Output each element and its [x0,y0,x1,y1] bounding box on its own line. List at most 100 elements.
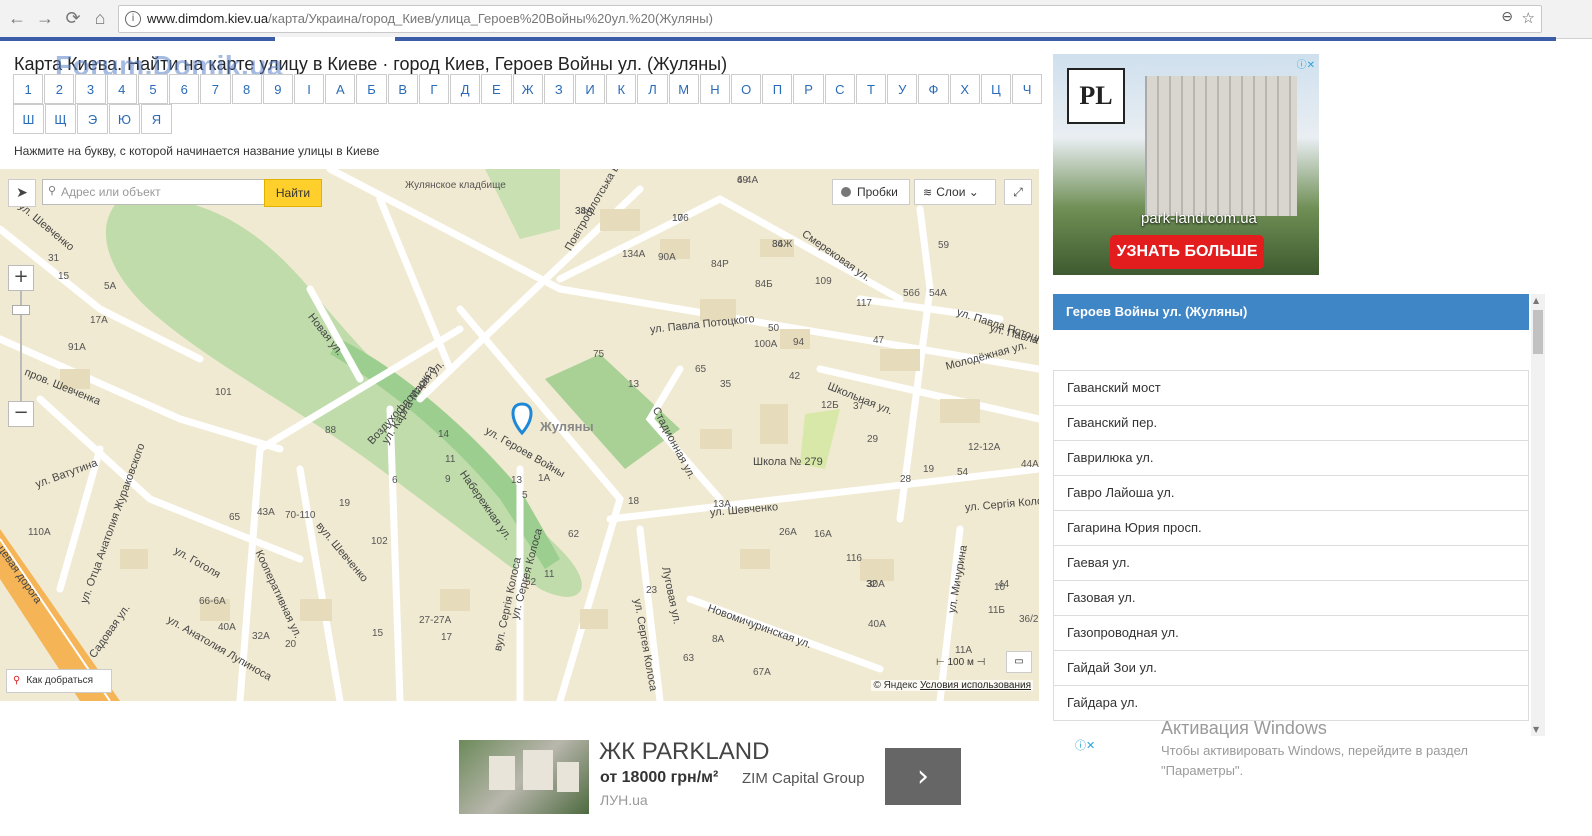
adchoices-icon-bottom[interactable]: ⓘ✕ [1075,737,1095,753]
letter-button[interactable]: 2 [44,74,75,104]
street-list-item[interactable]: Гаванский пер. [1053,406,1529,441]
street-list-item[interactable]: Гаврилюка ул. [1053,441,1529,476]
house-number: 42 [789,371,801,382]
letter-button[interactable]: І [293,74,325,104]
letter-button[interactable]: Ц [980,74,1011,104]
letter-button[interactable]: 4 [106,74,137,104]
letter-button[interactable]: Д [450,74,481,104]
letter-button[interactable]: 6 [169,74,200,104]
ad-cta-button[interactable]: УЗНАТЬ БОЛЬШЕ [1110,235,1264,269]
letter-button[interactable]: 7 [200,74,231,104]
page-load-bar [0,37,1556,41]
street-list-item[interactable]: Гайдай Зои ул. [1053,651,1529,686]
zoom-icon[interactable]: ⊖ [1501,9,1513,25]
house-number: 19 [339,498,351,509]
letter-button[interactable]: П [762,74,793,104]
street-list-item[interactable]: Гайдара ул. [1053,686,1529,721]
letter-button[interactable]: З [543,74,574,104]
ad-building-image [1145,76,1297,216]
house-number: 27-27А [419,615,452,626]
letter-button[interactable]: У [887,74,918,104]
letter-button[interactable]: Х [949,74,980,104]
map-copyright: © Яндекс Условия использования [871,680,1033,691]
layers-button[interactable]: ≋ Слои ⌄ [914,179,996,205]
street-list-item[interactable]: Гаванский мост [1053,370,1529,406]
address-bar[interactable]: i www.dimdom.kiev.ua/карта/Украина/город… [118,5,1542,33]
street-list-item[interactable]: Гавро Лайоша ул. [1053,476,1529,511]
letter-button[interactable]: О [731,74,762,104]
letter-button[interactable]: Э [77,104,108,134]
street-list-scrollbar[interactable]: ▲ ▼ [1531,294,1545,736]
letter-button[interactable]: И [574,74,606,104]
house-number: 13 [628,379,640,390]
chevron-down-icon: ⌄ [968,185,979,199]
letter-button[interactable]: Ж [512,74,543,104]
route-button[interactable]: ⚲ Как добраться [6,669,112,693]
bookmark-star-icon[interactable]: ☆ [1522,9,1535,27]
site-info-icon[interactable]: i [125,11,141,27]
traffic-button[interactable]: Пробки [832,179,910,205]
letter-button[interactable]: Щ [45,104,76,134]
letter-button[interactable]: Я [141,104,172,134]
adchoices-icon[interactable]: ⓘ✕ [1297,56,1315,71]
streets-panel: Героев Войны ул. (Жуляны) Гаванский мост… [1053,294,1529,736]
letter-button[interactable]: Ф [918,74,949,104]
home-icon[interactable]: ⌂ [89,7,111,29]
house-number: 36 [772,239,784,250]
scrollbar-thumb[interactable] [1533,310,1543,354]
street-list-item[interactable]: Газопроводная ул. [1053,616,1529,651]
letter-button[interactable]: 8 [231,74,262,104]
zoom-out-button[interactable]: − [8,401,34,427]
layers-icon: ≋ [923,186,933,199]
map-view[interactable]: Жуляны Школа № 279 Жулянское кладбище ул… [0,169,1039,701]
house-number: 62 [568,529,580,540]
url-text[interactable]: www.dimdom.kiev.ua/карта/Украина/город_К… [147,11,713,26]
house-number: 23 [646,585,658,596]
house-number: 70-110 [285,510,316,521]
banner-ad-parkland[interactable]: PL park-land.com.ua УЗНАТЬ БОЛЬШЕ ⓘ✕ [1053,54,1319,275]
letter-button[interactable]: Н [699,74,731,104]
geolocation-icon[interactable]: ➤ [8,179,36,207]
zoom-slider-thumb[interactable] [12,305,30,315]
letter-button[interactable]: 5 [137,74,169,104]
ad-arrow-button[interactable]: › [885,748,961,805]
terms-link[interactable]: Условия использования [920,680,1031,691]
back-icon[interactable]: ← [6,7,28,29]
letter-button[interactable]: К [606,74,637,104]
letter-button[interactable]: Ш [13,104,44,134]
letter-button[interactable]: Е [481,74,512,104]
letter-button[interactable]: М [668,74,699,104]
house-number: 17А [90,315,108,326]
ruler-icon[interactable]: ▭ [1006,651,1032,673]
letter-button[interactable]: 1 [13,74,44,104]
letter-button[interactable]: С [824,74,855,104]
letter-button[interactable]: Р [793,74,824,104]
district-label: Жуляны [540,419,594,434]
house-number: 75 [593,349,605,360]
forward-icon[interactable]: → [34,7,56,29]
letter-button[interactable]: Г [418,74,450,104]
letter-button[interactable]: Т [855,74,887,104]
house-number: 116 [846,553,862,564]
zoom-in-button[interactable]: + [8,265,34,291]
find-button[interactable]: Найти [264,179,322,207]
map-search-placeholder: Адрес или объект [61,185,161,199]
street-list-item[interactable]: Гагарина Юрия просп. [1053,511,1529,546]
location-pin-icon[interactable] [511,402,533,436]
letter-button[interactable]: 3 [75,74,106,104]
letter-button[interactable]: Ч [1012,74,1043,104]
street-list-item[interactable]: Газовая ул. [1053,581,1529,616]
letter-button[interactable]: Л [637,74,668,104]
bottom-ad-parkland[interactable]: ЖК PARKLAND от 18000 грн/м² ZIM Capital … [459,738,964,816]
letter-button[interactable]: Ю [109,104,140,134]
house-number: 11Б [988,605,1005,616]
letter-button[interactable]: А [325,74,356,104]
street-list-item[interactable]: Гаевая ул. [1053,546,1529,581]
map-search-input[interactable]: ⚲ Адрес или объект [42,179,266,205]
letter-button[interactable]: В [387,74,418,104]
fullscreen-icon[interactable]: ⤢ [1004,179,1032,205]
letter-button[interactable]: 9 [262,74,293,104]
reload-icon[interactable]: ⟳ [62,7,84,29]
letter-button[interactable]: Б [356,74,387,104]
zoom-slider[interactable] [12,291,30,401]
